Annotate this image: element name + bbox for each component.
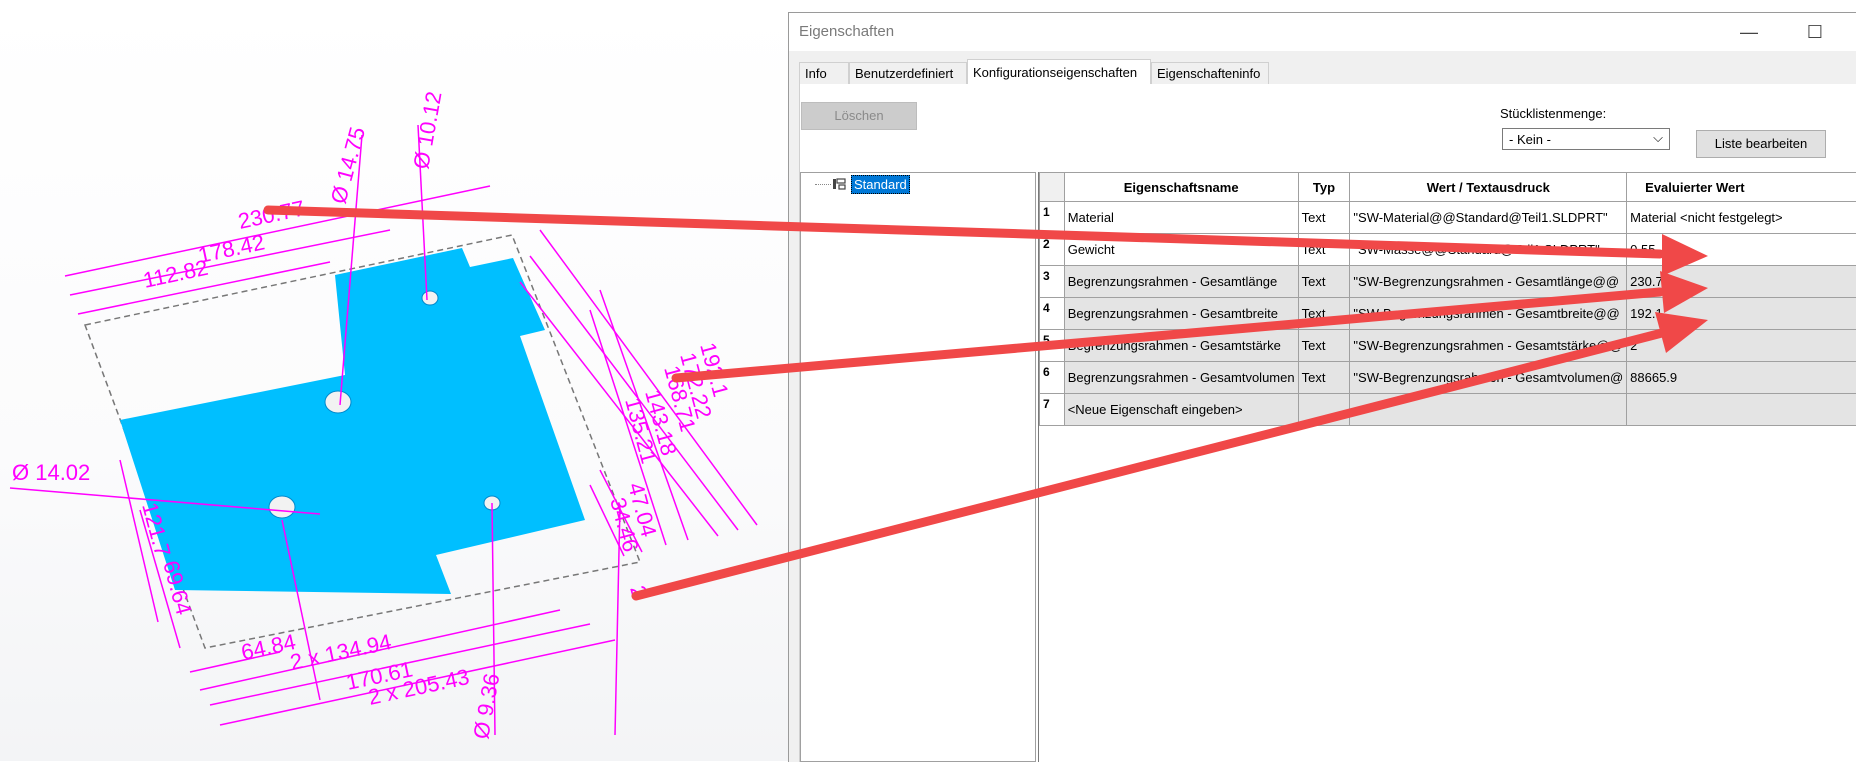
property-value-cell: 230.77 <box>1627 266 1856 298</box>
property-value-cell: 88665.9 <box>1627 362 1856 394</box>
property-type-cell[interactable] <box>1298 394 1350 426</box>
dialog-title: Eigenschaften <box>799 23 894 40</box>
property-type-cell[interactable]: Text <box>1298 266 1350 298</box>
table-row[interactable]: 4 Begrenzungsrahmen - Gesamtbreite Text … <box>1040 298 1856 330</box>
property-type-cell[interactable]: Text <box>1298 298 1350 330</box>
maximize-icon[interactable]: ☐ <box>1795 17 1835 47</box>
cad-viewport[interactable]: 230.77 178.42 112.82 Ø 14.75 Ø 10.12 Ø 1… <box>0 0 790 761</box>
row-number: 1 <box>1040 202 1065 234</box>
tab-benutzerdefiniert[interactable]: Benutzerdefiniert <box>849 62 967 84</box>
bom-quantity-label: Stücklistenmenge: <box>1500 106 1606 121</box>
property-grid: Eigenschaftsname Typ Wert / Textausdruck… <box>1038 172 1856 762</box>
property-expression-cell[interactable]: "SW-Begrenzungsrahmen - Gesamtlänge@@ <box>1350 266 1627 298</box>
table-row[interactable]: 2 Gewicht Text "SW-Masse@@Standard@Teil1… <box>1040 234 1856 266</box>
dim-112-82[interactable]: 112.82 <box>141 255 210 293</box>
property-name-cell[interactable]: Begrenzungsrahmen - Gesamtstärke <box>1064 330 1298 362</box>
configuration-icon <box>831 176 847 192</box>
property-name-cell[interactable]: Begrenzungsrahmen - Gesamtvolumen <box>1064 362 1298 394</box>
column-header-evaluated[interactable]: Evaluierter Wert <box>1627 173 1856 202</box>
property-name-cell[interactable]: Gewicht <box>1064 234 1298 266</box>
sheet-metal-part[interactable] <box>120 248 585 594</box>
edit-list-button[interactable]: Liste bearbeiten <box>1696 130 1826 158</box>
tab-konfigurationseigenschaften[interactable]: Konfigurationseigenschaften <box>967 59 1151 85</box>
config-properties-panel: Löschen Stücklistenmenge: - Kein - ⌵ Lis… <box>799 84 1856 762</box>
dim-230-77[interactable]: 230.77 <box>236 195 307 233</box>
property-type-cell[interactable]: Text <box>1298 362 1350 394</box>
tree-connector <box>815 184 831 185</box>
column-header-expression[interactable]: Wert / Textausdruck <box>1350 173 1627 202</box>
delete-button[interactable]: Löschen <box>801 102 917 130</box>
property-name-cell[interactable]: Begrenzungsrahmen - Gesamtlänge <box>1064 266 1298 298</box>
table-row[interactable]: 6 Begrenzungsrahmen - Gesamtvolumen Text… <box>1040 362 1856 394</box>
property-type-cell[interactable]: Text <box>1298 330 1350 362</box>
dim-thickness-2[interactable]: 2 <box>625 583 652 601</box>
dim-dia-14-02[interactable]: Ø 14.02 <box>12 460 90 485</box>
row-number: 2 <box>1040 234 1065 266</box>
tab-eigenschafteninfo[interactable]: Eigenschafteninfo <box>1151 62 1269 84</box>
property-name-cell[interactable]: Begrenzungsrahmen - Gesamtbreite <box>1064 298 1298 330</box>
column-header-name[interactable]: Eigenschaftsname <box>1064 173 1298 202</box>
row-number: 6 <box>1040 362 1065 394</box>
bom-quantity-value: - Kein - <box>1509 132 1551 147</box>
property-value-cell: 192.1 <box>1627 298 1856 330</box>
dim-dia-9-36[interactable]: Ø 9.36 <box>468 671 504 740</box>
tree-item-standard[interactable]: Standard <box>851 175 910 194</box>
property-expression-cell[interactable]: "SW-Begrenzungsrahmen - Gesamtstärke@@ <box>1350 330 1627 362</box>
property-expression-cell[interactable]: "SW-Masse@@Standard@Teil1.SLDPRT" <box>1350 234 1627 266</box>
grid-header-row: Eigenschaftsname Typ Wert / Textausdruck… <box>1040 173 1856 202</box>
property-expression-cell[interactable] <box>1350 394 1627 426</box>
column-header-type[interactable]: Typ <box>1298 173 1350 202</box>
bom-quantity-select[interactable]: - Kein - ⌵ <box>1502 128 1670 150</box>
row-number: 3 <box>1040 266 1065 298</box>
property-type-cell[interactable]: Text <box>1298 234 1350 266</box>
table-row[interactable]: 5 Begrenzungsrahmen - Gesamtstärke Text … <box>1040 330 1856 362</box>
table-row[interactable]: 1 Material Text "SW-Material@@Standard@T… <box>1040 202 1856 234</box>
dim-dia-14-75[interactable]: Ø 14.75 <box>326 124 370 206</box>
new-property-cell[interactable]: <Neue Eigenschaft eingeben> <box>1064 394 1298 426</box>
property-value-cell: Material <nicht festgelegt> <box>1627 202 1856 234</box>
property-value-cell <box>1627 394 1856 426</box>
table-row-new[interactable]: 7 <Neue Eigenschaft eingeben> <box>1040 394 1856 426</box>
tab-bar: Info Benutzerdefiniert Konfigurationseig… <box>799 60 1856 85</box>
property-name-cell[interactable]: Material <box>1064 202 1298 234</box>
properties-dialog: Eigenschaften — ☐ ✕ Info Benutzerdefinie… <box>788 12 1856 762</box>
property-expression-cell[interactable]: "SW-Material@@Standard@Teil1.SLDPRT" <box>1350 202 1627 234</box>
sheet-metal-drawing: 230.77 178.42 112.82 Ø 14.75 Ø 10.12 Ø 1… <box>0 0 790 761</box>
property-expression-cell[interactable]: "SW-Begrenzungsrahmen - Gesamtbreite@@ <box>1350 298 1627 330</box>
minimize-icon[interactable]: — <box>1729 17 1769 47</box>
dim-dia-10-12[interactable]: Ø 10.12 <box>408 89 446 170</box>
row-number: 7 <box>1040 394 1065 426</box>
property-value-cell: 2 <box>1627 330 1856 362</box>
grid-corner <box>1040 173 1065 202</box>
row-number: 4 <box>1040 298 1065 330</box>
tab-info[interactable]: Info <box>799 62 849 84</box>
property-value-cell: 0.55 <box>1627 234 1856 266</box>
table-row[interactable]: 3 Begrenzungsrahmen - Gesamtlänge Text "… <box>1040 266 1856 298</box>
chevron-down-icon: ⌵ <box>1653 130 1663 146</box>
property-expression-cell[interactable]: "SW-Begrenzungsrahmen - Gesamtvolumen@ <box>1350 362 1627 394</box>
row-number: 5 <box>1040 330 1065 362</box>
title-bar[interactable]: Eigenschaften — ☐ ✕ <box>789 13 1856 51</box>
configuration-tree: Standard <box>800 172 1036 762</box>
property-type-cell[interactable]: Text <box>1298 202 1350 234</box>
